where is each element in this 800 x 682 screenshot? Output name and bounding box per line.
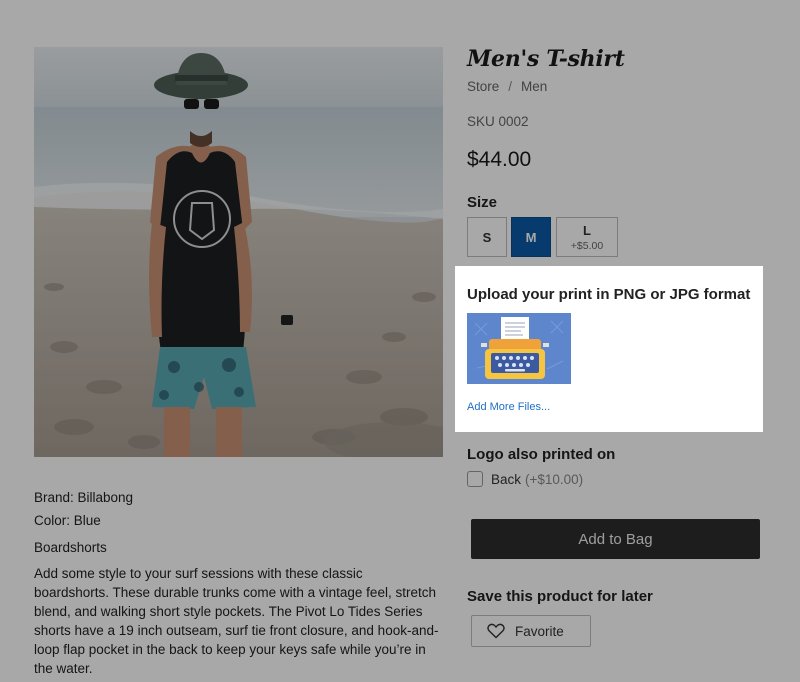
product-photo — [34, 47, 443, 457]
product-info: Brand: Billabong Color: Blue Boardshorts… — [34, 488, 439, 678]
upload-panel: Upload your print in PNG or JPG format A… — [455, 266, 763, 432]
product-price: $44.00 — [467, 148, 532, 171]
size-option-label: L — [583, 222, 591, 238]
logo-back-price: (+$10.00) — [525, 471, 584, 487]
heart-icon — [487, 623, 505, 639]
save-for-later-label: Save this product for later — [467, 588, 653, 605]
size-option-label: M — [525, 229, 537, 245]
add-more-files-link[interactable]: Add More Files... — [467, 401, 550, 413]
product-title: Men's T-shirt — [467, 46, 625, 72]
logo-back-option[interactable]: Back (+$10.00) — [467, 471, 583, 487]
size-option-s[interactable]: S — [467, 217, 507, 257]
upload-title: Upload your print in PNG or JPG format — [467, 286, 751, 303]
logo-back-label: Back — [491, 471, 522, 487]
brand-text: Brand: Billabong — [34, 490, 134, 505]
breadcrumb-store-link[interactable]: Store — [467, 79, 499, 94]
logo-back-checkbox[interactable] — [467, 471, 483, 487]
breadcrumb-men-link[interactable]: Men — [521, 79, 547, 94]
sku-text: SKU 0002 — [467, 114, 529, 129]
color-text: Color: Blue — [34, 513, 101, 528]
size-label: Size — [467, 194, 498, 211]
favorite-button[interactable]: Favorite — [471, 615, 591, 647]
size-option-label: S — [482, 229, 492, 245]
product-kind: Boardshorts — [34, 540, 107, 555]
product-description: Add some style to your surf sessions wit… — [34, 566, 439, 676]
add-to-bag-button[interactable]: Add to Bag — [471, 519, 760, 559]
size-option-m[interactable]: M — [511, 217, 551, 257]
size-option-l[interactable]: L +$5.00 — [556, 217, 618, 257]
breadcrumb-separator: / — [508, 79, 513, 94]
uploaded-file-thumbnail[interactable] — [467, 313, 571, 384]
favorite-label: Favorite — [515, 623, 564, 639]
logo-placement-label: Logo also printed on — [467, 446, 616, 463]
size-option-price: +$5.00 — [570, 239, 604, 252]
breadcrumb: Store / Men — [467, 79, 547, 94]
